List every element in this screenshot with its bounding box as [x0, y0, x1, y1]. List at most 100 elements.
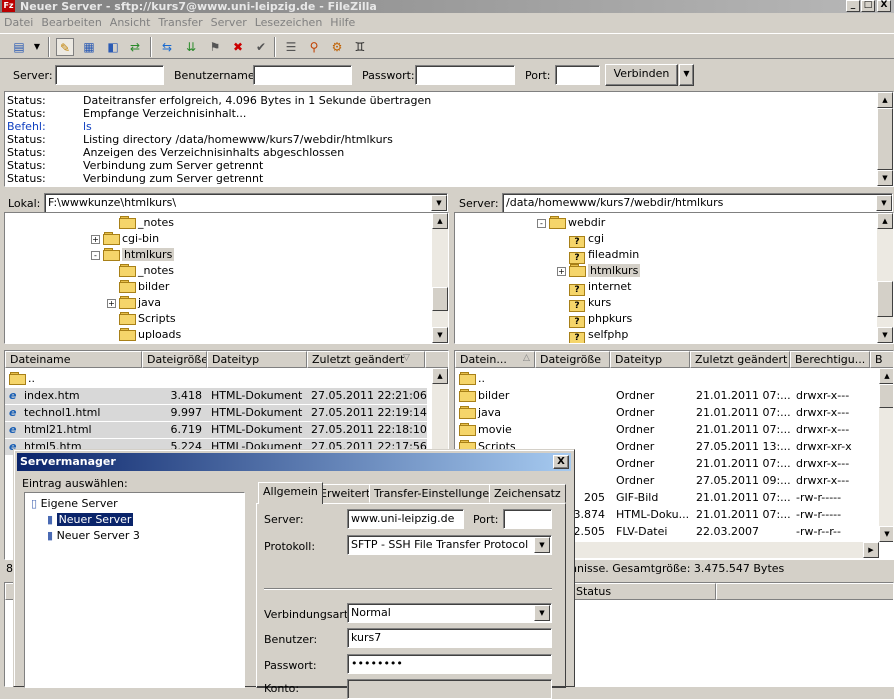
toggle-queue-icon[interactable]: ⇄ [126, 38, 144, 56]
tab-zeichensatz[interactable]: Zeichensatz [489, 484, 566, 503]
tree-item[interactable]: ? selfphp [569, 328, 628, 343]
log-scrollbar[interactable]: ▲ ▼ [877, 92, 893, 186]
cancel-icon[interactable]: ⚑ [206, 38, 224, 56]
scroll-up-icon[interactable]: ▲ [432, 368, 448, 384]
tab-erweitert[interactable]: Erweitert [315, 484, 376, 503]
column-header-filesize[interactable]: Dateigröße [142, 351, 207, 368]
scroll-up-icon[interactable]: ▲ [879, 368, 893, 384]
toggle-remote-tree-icon[interactable]: ◧ [104, 38, 122, 56]
tree-item[interactable]: _notes [119, 216, 174, 229]
scroll-down-icon[interactable]: ▼ [879, 526, 893, 542]
close-button[interactable]: X [877, 0, 891, 12]
process-queue-icon[interactable]: ⇊ [182, 38, 200, 56]
tree-item[interactable]: ? kurs [569, 296, 611, 312]
menu-ansicht[interactable]: Ansicht [106, 14, 155, 31]
column-header-filetype[interactable]: Dateityp [207, 351, 307, 368]
toggle-log-icon[interactable]: ✎ [56, 38, 74, 56]
scroll-thumb[interactable] [877, 108, 893, 170]
connect-button[interactable]: Verbinden [605, 64, 678, 86]
refresh-icon[interactable]: ⇆ [158, 38, 176, 56]
column-header-owner[interactable]: B [870, 351, 893, 368]
tree-item[interactable]: - htmlkurs [91, 248, 175, 261]
menu-server[interactable]: Server [207, 14, 251, 31]
tree-item[interactable]: + java [107, 296, 161, 309]
tree-item[interactable]: Scripts [119, 312, 176, 325]
sync-browsing-icon[interactable]: ⚲ [305, 38, 323, 56]
queue-column-status[interactable]: Status [571, 583, 716, 600]
tree-item[interactable]: uploads [119, 328, 181, 341]
toggle-local-tree-icon[interactable]: ▦ [80, 38, 98, 56]
tab-transfer-einstellungen[interactable]: Transfer-Einstellungen [369, 484, 502, 503]
column-header-filename[interactable]: Dateiname [5, 351, 142, 368]
tree-item[interactable]: ? phpkurs [569, 312, 632, 328]
tree-item[interactable]: ? cgi [569, 232, 604, 248]
site-tree-item[interactable]: ▮ Neuer Server [47, 513, 134, 526]
local-tree-scrollbar[interactable]: ▲ ▼ [432, 213, 448, 343]
port-field[interactable] [503, 509, 552, 529]
quickconnect-username-input[interactable] [253, 65, 352, 85]
password-field[interactable]: •••••••• [347, 654, 552, 674]
column-header-filesize[interactable]: Dateigröße [535, 351, 610, 368]
site-manager-dropdown-icon[interactable]: ▼ [32, 38, 42, 56]
table-row[interactable]: .. [455, 371, 879, 387]
local-path-input[interactable]: F:\wwwkunze\htmlkurs\ [44, 193, 448, 213]
remote-tree-scrollbar[interactable]: ▲ ▼ [877, 213, 893, 343]
protocol-dropdown-icon[interactable]: ▼ [534, 537, 550, 553]
expand-icon[interactable]: + [91, 235, 100, 244]
remote-path-dropdown-icon[interactable]: ▼ [876, 195, 892, 211]
quickconnect-password-input[interactable] [415, 65, 515, 85]
scroll-up-icon[interactable]: ▲ [877, 92, 893, 108]
scroll-thumb[interactable] [432, 287, 448, 311]
account-field[interactable] [347, 679, 552, 699]
search-icon[interactable]: ♊ [351, 38, 369, 56]
table-row[interactable]: bilder Ordner 21.01.2011 07:... drwxr-x--- [455, 388, 879, 404]
menu-lesezeichen[interactable]: Lesezeichen [251, 14, 327, 31]
tree-item[interactable]: + cgi-bin [91, 232, 159, 245]
expand-icon[interactable]: + [107, 299, 116, 308]
tree-item[interactable]: - webdir [537, 216, 605, 229]
scroll-down-icon[interactable]: ▼ [877, 327, 893, 343]
menu-datei[interactable]: Datei [0, 14, 37, 31]
tree-item[interactable]: ? internet [569, 280, 632, 296]
connect-dropdown-button[interactable]: ▼ [679, 64, 694, 86]
menu-hilfe[interactable]: Hilfe [326, 14, 359, 31]
scroll-down-icon[interactable]: ▼ [877, 170, 893, 186]
expand-icon[interactable]: - [537, 219, 546, 228]
table-row[interactable]: .. [5, 371, 427, 387]
site-tree-root[interactable]: ▯ Eigene Server [31, 497, 118, 510]
column-header-permissions[interactable]: Berechtigu... [790, 351, 870, 368]
local-path-dropdown-icon[interactable]: ▼ [431, 195, 447, 211]
disconnect-icon[interactable]: ✖ [229, 38, 247, 56]
logon-type-select[interactable]: Normal [347, 603, 552, 623]
expand-icon[interactable]: - [91, 251, 100, 260]
directory-listing-filter-icon[interactable]: ☰ [282, 38, 300, 56]
table-row[interactable]: e index.htm 3.418 HTML-Dokument 27.05.2011 2… [5, 388, 427, 404]
tree-item[interactable]: + htmlkurs [557, 264, 641, 277]
column-header-filetype[interactable]: Dateityp [610, 351, 690, 368]
expand-icon[interactable]: + [557, 267, 566, 276]
scroll-thumb[interactable] [879, 384, 893, 408]
scroll-up-icon[interactable]: ▲ [877, 213, 893, 229]
quickconnect-server-input[interactable] [55, 65, 164, 85]
logon-type-dropdown-icon[interactable]: ▼ [534, 605, 550, 621]
menu-transfer[interactable]: Transfer [154, 14, 206, 31]
scroll-up-icon[interactable]: ▲ [432, 213, 448, 229]
server-field[interactable]: www.uni-leipzig.de [347, 509, 464, 529]
menu-bearbeiten[interactable]: Bearbeiten [37, 14, 105, 31]
site-manager-icon[interactable]: ▤ [10, 38, 28, 56]
remote-files-scrollbar[interactable]: ▲ ▼ [879, 368, 893, 542]
scroll-right-icon[interactable]: ▶ [863, 542, 879, 558]
table-row[interactable]: movie Ordner 21.01.2011 07:... drwxr-x--- [455, 422, 879, 438]
remote-path-input[interactable]: /data/homewww/kurs7/webdir/htmlkurs [502, 193, 893, 213]
maximize-button[interactable]: □ [861, 0, 875, 12]
site-tree-item[interactable]: ▮ Neuer Server 3 [47, 529, 140, 542]
quickconnect-port-input[interactable] [555, 65, 600, 85]
table-row[interactable]: e technol1.html 9.997 HTML-Dokument 27.05.20… [5, 405, 427, 421]
scroll-thumb[interactable] [877, 281, 893, 317]
protocol-select[interactable]: SFTP - SSH File Transfer Protocol [347, 535, 552, 555]
compare-icon[interactable]: ⚙ [328, 38, 346, 56]
tab-allgemein[interactable]: Allgemein [258, 482, 323, 504]
table-row[interactable]: e html21.html 6.719 HTML-Dokument 27.05.2011… [5, 422, 427, 438]
tree-item[interactable]: ? fileadmin [569, 248, 639, 264]
column-header-modified[interactable]: Zuletzt geändert [690, 351, 790, 368]
